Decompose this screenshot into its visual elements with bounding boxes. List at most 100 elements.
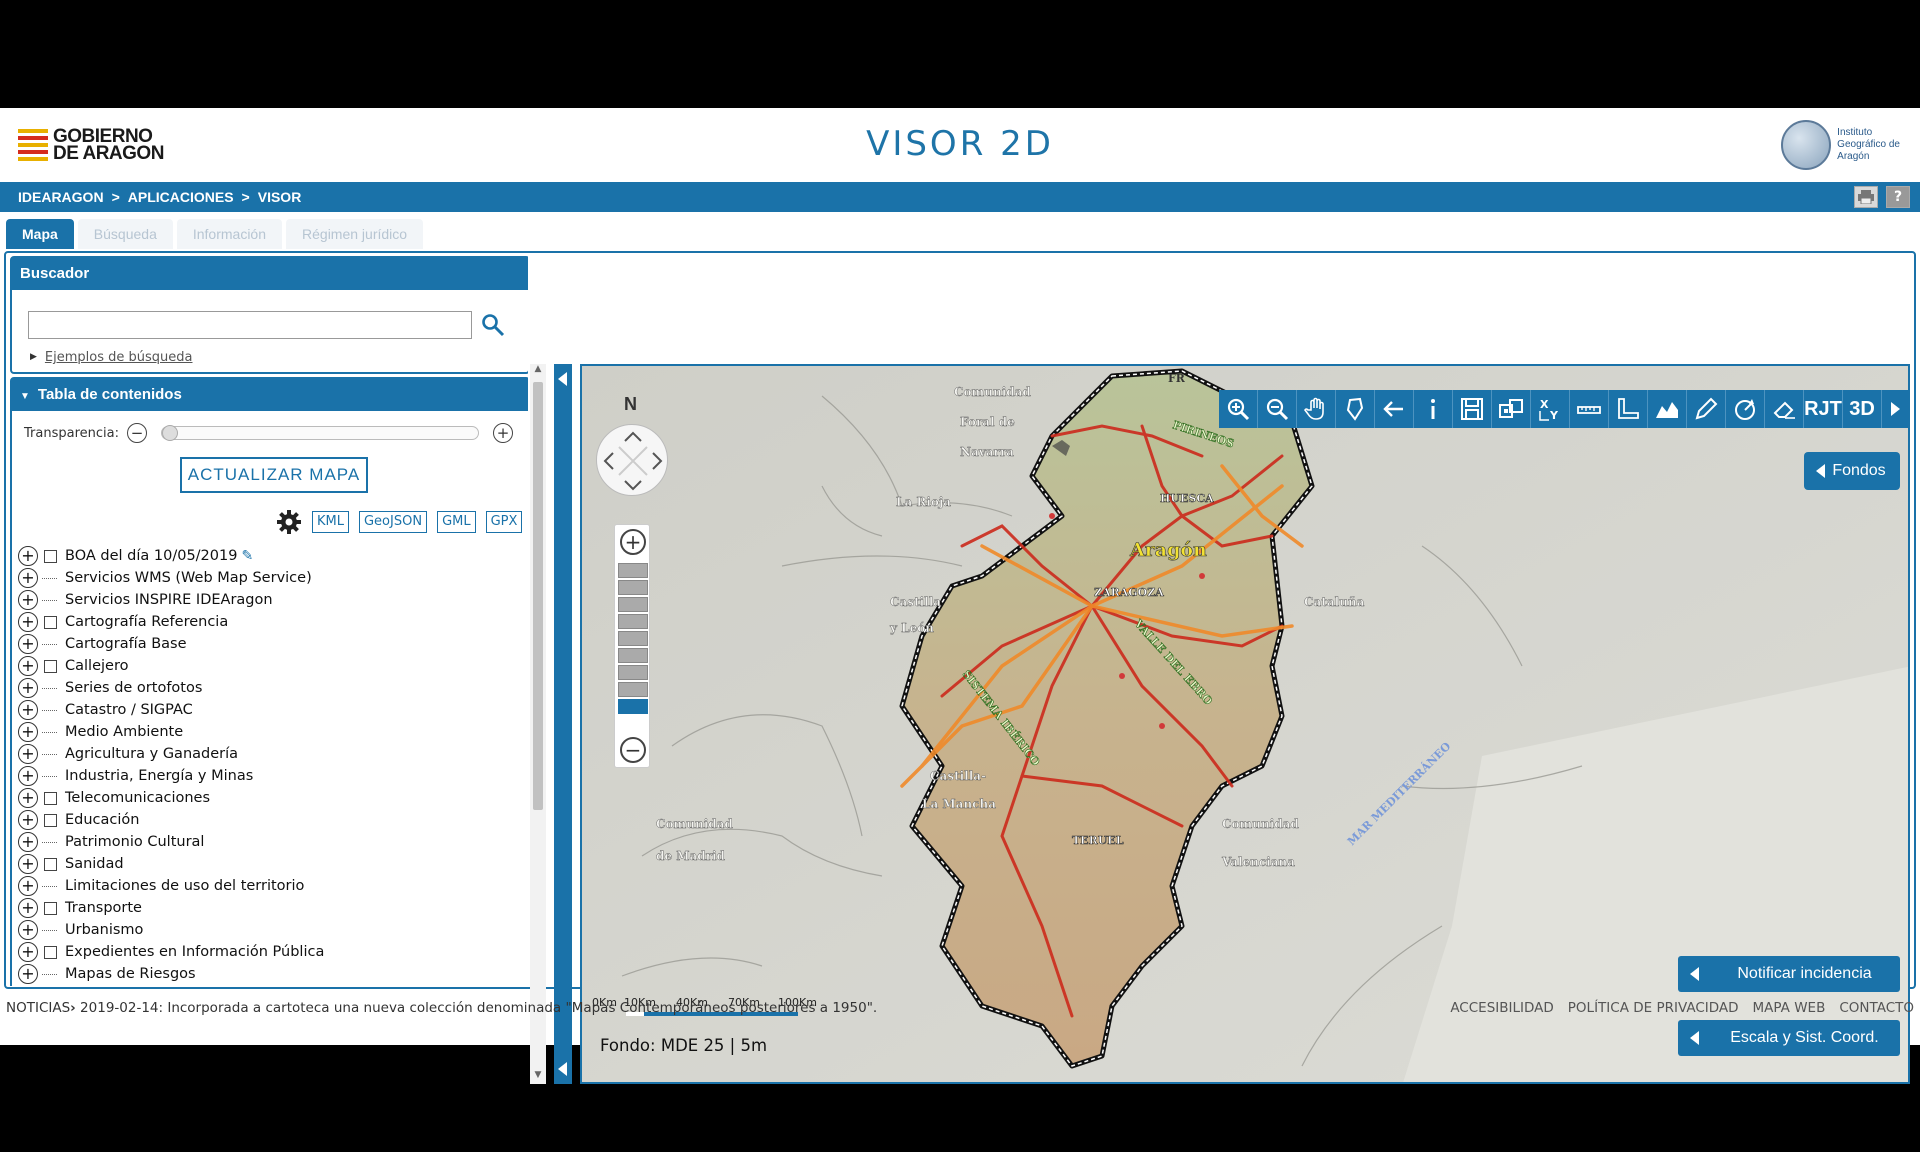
zoom-level[interactable] [618, 597, 648, 612]
zoom-in-button[interactable]: + [620, 529, 646, 555]
layer-checkbox[interactable] [44, 901, 57, 915]
tree-item[interactable]: + Cartografía Base [18, 633, 518, 655]
transparency-slider[interactable] [160, 425, 479, 441]
layer-checkbox[interactable] [44, 813, 57, 827]
elevation-profile-icon[interactable] [1648, 390, 1687, 428]
kml-button[interactable]: KML [312, 511, 349, 533]
rjt-button[interactable]: RJT [1804, 390, 1843, 428]
breadcrumb-idearagon[interactable]: IDEARAGON [18, 189, 104, 205]
tree-item[interactable]: + Servicios WMS (Web Map Service) [18, 567, 518, 589]
pencil-icon[interactable]: ✎ [241, 548, 253, 564]
expand-icon[interactable]: + [18, 722, 38, 742]
tab-mapa[interactable]: Mapa [6, 219, 74, 249]
layer-checkbox[interactable] [44, 945, 57, 959]
info-icon[interactable] [1414, 390, 1453, 428]
tree-item[interactable]: + Cartografía Referencia [18, 611, 518, 633]
collapse-left-icon[interactable] [558, 372, 567, 386]
coordinates-xy-icon[interactable]: XY [1531, 390, 1570, 428]
toolbar-expand-icon[interactable] [1882, 390, 1908, 428]
gpx-button[interactable]: GPX [485, 511, 523, 533]
expand-icon[interactable]: + [18, 854, 38, 874]
map-view[interactable]: Comunidad Foral de Navarra La Rioja Cast… [580, 364, 1910, 1084]
zoom-level[interactable] [618, 614, 648, 629]
geojson-button[interactable]: GeoJSON [358, 511, 428, 533]
breadcrumb-aplicaciones[interactable]: APLICACIONES [128, 189, 234, 205]
expand-icon[interactable]: + [18, 546, 38, 566]
tree-item[interactable]: +Senderos [18, 985, 518, 986]
zoom-in-icon[interactable] [1219, 390, 1258, 428]
zoom-level[interactable] [618, 580, 648, 595]
scrollbar-thumb[interactable] [533, 382, 543, 810]
expand-icon[interactable]: + [18, 942, 38, 962]
footer-link-contacto[interactable]: CONTACTO [1839, 1000, 1914, 1016]
search-examples-link[interactable]: Ejemplos de búsqueda [45, 350, 193, 365]
eraser-icon[interactable] [1765, 390, 1804, 428]
expand-icon[interactable]: + [18, 964, 38, 984]
view-3d-button[interactable]: 3D [1843, 390, 1882, 428]
layer-checkbox[interactable] [44, 791, 57, 805]
news-ticker[interactable]: NOTICIAS› 2019-02-14: Incorporada a cart… [6, 1000, 877, 1016]
tree-item[interactable]: + Callejero [18, 655, 518, 677]
transparency-increase-button[interactable]: + [492, 423, 513, 443]
toc-header[interactable]: ▼ Tabla de contenidos [12, 379, 528, 411]
tree-item-boa[interactable]: + BOA del día 10/05/2019 ✎ [18, 545, 518, 567]
tree-item[interactable]: + Patrimonio Cultural [18, 831, 518, 853]
update-map-button[interactable]: ACTUALIZAR MAPA [180, 457, 368, 493]
scroll-down-icon[interactable]: ▼ [530, 1070, 546, 1084]
scroll-up-icon[interactable]: ▲ [530, 364, 546, 378]
tree-item[interactable]: + Servicios INSPIRE IDEAragon [18, 589, 518, 611]
expand-icon[interactable]: + [18, 898, 38, 918]
overlay-compare-icon[interactable] [1492, 390, 1531, 428]
tree-item[interactable]: + Sanidad [18, 853, 518, 875]
measure-distance-icon[interactable] [1570, 390, 1609, 428]
save-icon[interactable] [1453, 390, 1492, 428]
expand-icon[interactable]: + [18, 744, 38, 764]
tree-item[interactable]: + Agricultura y Ganadería [18, 743, 518, 765]
tree-item[interactable]: + Mapas de Riesgos [18, 963, 518, 985]
expand-icon[interactable]: + [18, 612, 38, 632]
footer-link-privacidad[interactable]: POLÍTICA DE PRIVACIDAD [1568, 1000, 1739, 1016]
expand-icon[interactable]: + [18, 678, 38, 698]
layer-checkbox[interactable] [44, 549, 57, 563]
rotate-view-icon[interactable] [1726, 390, 1765, 428]
zoom-level[interactable] [618, 665, 648, 680]
gml-button[interactable]: GML [437, 511, 476, 533]
zoom-level[interactable] [618, 682, 648, 697]
scale-coords-button[interactable]: Escala y Sist. Coord. [1678, 1020, 1900, 1056]
transparency-decrease-button[interactable]: − [126, 423, 147, 443]
back-arrow-icon[interactable] [1375, 390, 1414, 428]
zoom-out-icon[interactable] [1258, 390, 1297, 428]
tree-item[interactable]: + Urbanismo [18, 919, 518, 941]
expand-icon[interactable]: + [18, 832, 38, 852]
tree-item[interactable]: + Transporte [18, 897, 518, 919]
expand-icon[interactable]: + [18, 766, 38, 786]
expand-icon[interactable]: + [18, 920, 38, 940]
expand-icon[interactable]: + [18, 634, 38, 654]
tree-item[interactable]: + Expedientes en Información Pública [18, 941, 518, 963]
collapse-left-icon[interactable] [558, 1062, 567, 1076]
layer-checkbox[interactable] [44, 857, 57, 871]
footer-link-mapa-web[interactable]: MAPA WEB [1753, 1000, 1826, 1016]
instituto-geografico-logo[interactable]: Instituto Geográfico de Aragón [1781, 120, 1900, 170]
tree-item[interactable]: + Telecomunicaciones [18, 787, 518, 809]
polygon-select-icon[interactable] [1336, 390, 1375, 428]
slider-handle[interactable] [161, 425, 178, 441]
gear-icon[interactable] [276, 509, 302, 535]
tree-item[interactable]: + Series de ortofotos [18, 677, 518, 699]
expand-icon[interactable]: + [18, 590, 38, 610]
tree-item[interactable]: + Limitaciones de uso del territorio [18, 875, 518, 897]
tab-regimen-juridico[interactable]: Régimen jurídico [286, 219, 424, 249]
pan-hand-icon[interactable] [1297, 390, 1336, 428]
layer-checkbox[interactable] [44, 659, 57, 673]
tree-item[interactable]: + Catastro / SIGPAC [18, 699, 518, 721]
fondos-button[interactable]: Fondos [1804, 452, 1900, 490]
search-input[interactable] [28, 311, 472, 339]
notify-incident-button[interactable]: Notificar incidencia [1678, 956, 1900, 992]
tree-item[interactable]: + Educación [18, 809, 518, 831]
expand-icon[interactable]: + [18, 700, 38, 720]
expand-icon[interactable]: + [18, 656, 38, 676]
measure-area-icon[interactable] [1609, 390, 1648, 428]
zoom-level[interactable] [618, 631, 648, 646]
layer-checkbox[interactable] [44, 615, 57, 629]
search-icon[interactable] [478, 310, 508, 340]
